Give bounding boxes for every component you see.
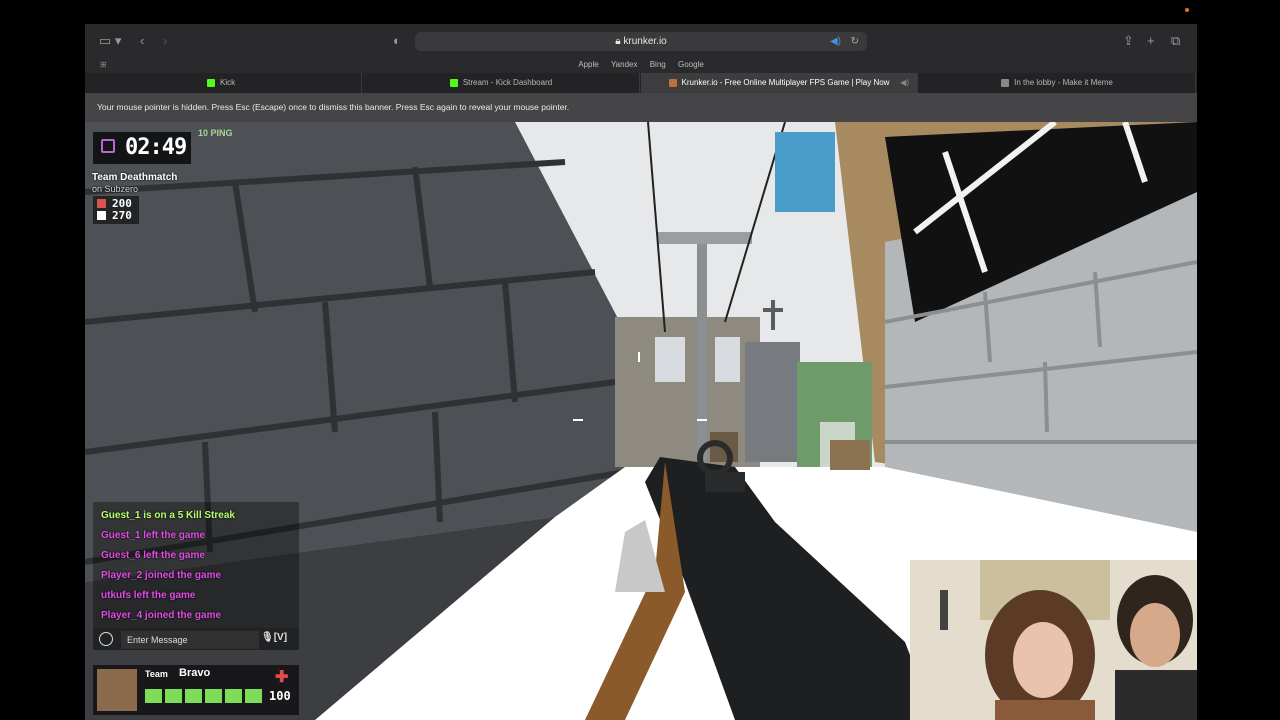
far-window xyxy=(715,337,740,382)
feed-line: Player_4 joined the game xyxy=(101,610,222,621)
browser-window: ▭ ▾ ‹ › ◐ 🔒︎ krunker.io ◀︎) ↻ ⇪ + ⧉ ⊞ Ap… xyxy=(85,24,1197,720)
favorite-google[interactable]: Google xyxy=(678,60,704,69)
red-team-icon xyxy=(97,199,106,208)
church-cross-bar xyxy=(763,308,783,312)
feed-line: Player_2 joined the game xyxy=(101,570,222,581)
person-right-face xyxy=(1130,603,1180,667)
browser-toolbar: ▭ ▾ ‹ › ◐ 🔒︎ krunker.io ◀︎) ↻ ⇪ + ⧉ xyxy=(85,24,1197,58)
webcam-feed xyxy=(910,560,1197,720)
favorite-yandex[interactable]: Yandex xyxy=(611,60,638,69)
health-segment xyxy=(145,689,162,703)
feed-line: utkufs left the game xyxy=(101,590,196,601)
feed-line: Guest_6 left the game xyxy=(101,550,205,561)
crosshair-left xyxy=(573,419,583,421)
privacy-shield-icon[interactable]: ◐ xyxy=(393,32,401,50)
player-status: Team Bravo ✚ 100 xyxy=(93,665,299,715)
lock-icon: 🔒︎ xyxy=(615,36,621,47)
power-pole-crossbar xyxy=(657,232,752,244)
blue-sign xyxy=(775,132,835,212)
team-name: Bravo xyxy=(179,667,211,679)
far-window xyxy=(655,337,685,382)
reload-icon[interactable]: ↻ xyxy=(851,32,859,51)
pointer-lock-banner: Your mouse pointer is hidden. Press Esc … xyxy=(85,93,1197,122)
health-segment xyxy=(205,689,222,703)
crosshair-bottom xyxy=(638,477,640,487)
team-label: Team xyxy=(145,669,168,679)
feed-line: Guest_1 is on a 5 Kill Streak xyxy=(101,510,235,521)
chat-feed: Guest_1 is on a 5 Kill Streak Guest_1 le… xyxy=(93,502,299,628)
tab-kick-dashboard[interactable]: Stream - Kick Dashboard xyxy=(363,73,640,93)
tab-bar: Kick Stream - Kick Dashboard Krunker.io … xyxy=(85,73,1197,93)
score-white: 270 xyxy=(97,210,132,222)
favorite-apple[interactable]: Apple xyxy=(578,60,598,69)
krunker-icon xyxy=(668,78,677,87)
church-building xyxy=(745,342,800,462)
forward-icon[interactable]: › xyxy=(163,32,167,50)
health-segment xyxy=(245,689,262,703)
favorites-bar: ⊞ Apple Yandex Bing Google xyxy=(85,58,1197,73)
health-icon: ✚ xyxy=(275,669,289,686)
audio-playing-icon[interactable]: ◀︎) xyxy=(830,32,841,51)
map-name: on Subzero xyxy=(92,184,139,194)
tab-make-it-meme[interactable]: In the lobby - Make it Meme xyxy=(919,73,1196,93)
white-team-icon xyxy=(97,211,106,220)
crate xyxy=(830,440,870,470)
tab-krunker[interactable]: Krunker.io - Free Online Multiplayer FPS… xyxy=(641,73,918,93)
timer-icon xyxy=(101,139,115,153)
health-value: 100 xyxy=(269,689,291,703)
chat-bar: 🎙︎[V] xyxy=(93,628,299,650)
back-icon[interactable]: ‹ xyxy=(140,32,144,50)
meme-icon xyxy=(1001,78,1010,87)
address-bar[interactable]: 🔒︎ krunker.io ◀︎) ↻ xyxy=(415,32,867,51)
player-avatar xyxy=(97,669,137,711)
url-text: krunker.io xyxy=(623,36,667,47)
health-bar xyxy=(145,689,263,703)
grid-icon[interactable]: ⊞ xyxy=(100,58,107,71)
crosshair-top xyxy=(638,352,640,362)
church-cross xyxy=(771,300,775,330)
game-viewport[interactable]: 02:49 10 PING Team Deathmatch on Subzero… xyxy=(85,122,1197,720)
sidebar-toggle-icon[interactable]: ▭ ▾ xyxy=(99,32,121,50)
chat-input[interactable] xyxy=(121,631,259,649)
game-mode: Team Deathmatch xyxy=(92,172,178,183)
tab-overview-icon[interactable]: ⧉ xyxy=(1171,32,1180,50)
sight-mount xyxy=(705,472,745,492)
health-segment xyxy=(185,689,202,703)
webcam-overlay xyxy=(910,560,1197,720)
share-icon[interactable]: ⇪ xyxy=(1123,32,1134,50)
timer-value: 02:49 xyxy=(125,135,187,160)
health-segment xyxy=(165,689,182,703)
person-left-face xyxy=(1013,622,1073,698)
power-pole xyxy=(697,242,707,472)
favorite-bing[interactable]: Bing xyxy=(650,60,666,69)
mic-muted-icon[interactable]: 🎙︎[V] xyxy=(261,632,287,643)
kick-icon xyxy=(449,78,458,87)
globe-icon[interactable] xyxy=(99,632,113,646)
mute-tab-icon[interactable]: ◀︎) xyxy=(900,73,909,93)
match-timer: 02:49 xyxy=(93,132,191,164)
new-tab-icon[interactable]: + xyxy=(1147,32,1155,50)
feed-line: Guest_1 left the game xyxy=(101,530,205,541)
cursor-indicator xyxy=(1185,8,1189,12)
kick-icon xyxy=(207,78,215,87)
tab-kick[interactable]: Kick xyxy=(85,73,362,93)
ping-indicator: 10 PING xyxy=(198,128,233,138)
team-scores: 200 270 xyxy=(93,196,139,224)
health-segment xyxy=(225,689,242,703)
crosshair-right xyxy=(697,419,707,421)
